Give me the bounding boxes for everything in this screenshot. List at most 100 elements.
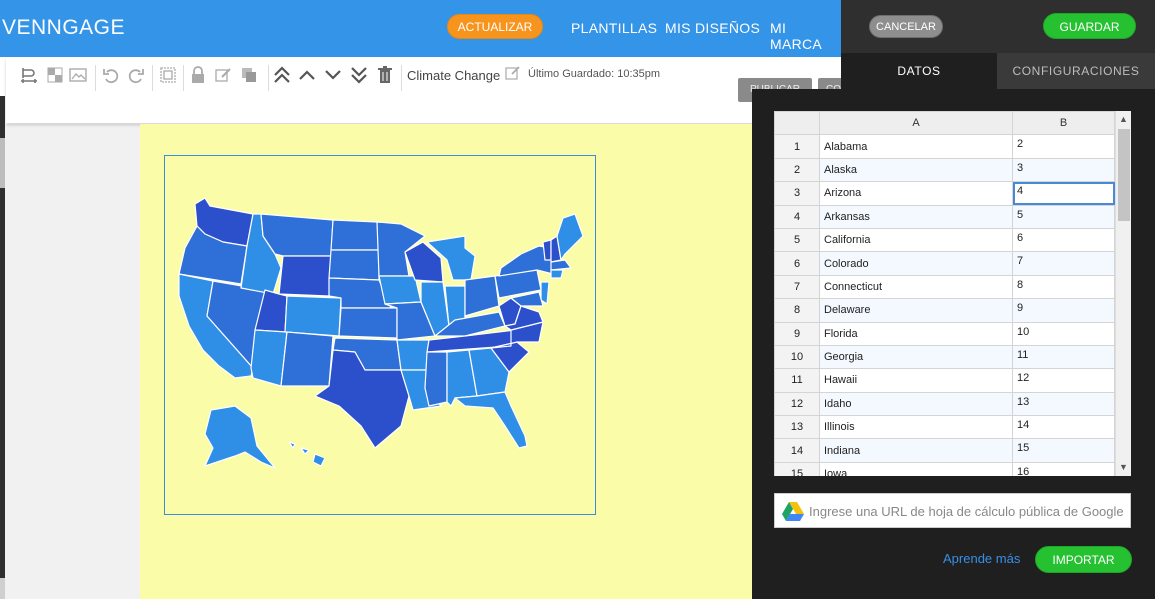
move-down-icon[interactable] (323, 65, 343, 85)
brand-logo[interactable]: VENNGAGE (2, 16, 125, 40)
row-number[interactable]: 4 (774, 204, 820, 229)
update-button[interactable]: ACTUALIZAR (447, 14, 543, 39)
trash-icon[interactable] (375, 65, 395, 85)
row-number[interactable]: 13 (774, 415, 820, 440)
map-state-north-dakota[interactable] (330, 219, 380, 251)
tab-data[interactable]: DATOS (841, 53, 997, 89)
map-state-new-mexico[interactable] (280, 331, 334, 387)
cell-b[interactable]: 8 (1012, 274, 1115, 300)
sheet-scrollbar[interactable]: ▲ ▼ (1115, 111, 1131, 476)
map-state-arkansas[interactable] (396, 339, 430, 371)
redo-icon[interactable] (126, 65, 146, 85)
move-up-icon[interactable] (297, 65, 317, 85)
cell-a[interactable]: Florida (819, 321, 1013, 346)
tab-settings[interactable]: CONFIGURACIONES (997, 53, 1155, 89)
data-spreadsheet[interactable]: A B 1 Alabama 2 2 Alaska 3 3 Arizona 4 4 Arkansas 5… (774, 111, 1131, 476)
undo-icon[interactable] (101, 65, 121, 85)
map-state-colorado[interactable] (284, 295, 342, 337)
document-title[interactable]: Climate Change (407, 68, 500, 83)
cell-a[interactable]: Arizona (819, 181, 1013, 206)
duplicate-icon[interactable] (239, 65, 259, 85)
send-back-icon[interactable] (349, 65, 369, 85)
map-state-mississippi[interactable] (424, 351, 448, 407)
cell-a[interactable]: Idaho (819, 391, 1013, 417)
cell-b[interactable]: 4 (1012, 181, 1115, 206)
map-state-connecticut[interactable] (550, 269, 564, 279)
cell-a[interactable]: Alabama (819, 134, 1013, 159)
row-number[interactable]: 6 (774, 251, 820, 276)
map-state-florida[interactable] (454, 391, 528, 449)
crop-icon[interactable] (158, 65, 178, 85)
row-number[interactable]: 9 (774, 321, 820, 346)
nav-templates[interactable]: PLANTILLAS (571, 20, 657, 36)
column-header-a[interactable]: A (819, 111, 1013, 136)
map-state-massachusetts[interactable] (550, 259, 572, 271)
bring-front-icon[interactable] (272, 65, 292, 85)
google-sheet-url-input[interactable] (809, 501, 1127, 521)
cell-a[interactable]: Connecticut (819, 274, 1013, 300)
cell-a[interactable]: Indiana (819, 438, 1013, 463)
scroll-down-icon[interactable]: ▼ (1119, 462, 1128, 472)
cell-a[interactable]: Alaska (819, 157, 1013, 183)
google-sheet-url-box[interactable] (774, 493, 1131, 528)
row-number[interactable]: 15 (774, 461, 820, 476)
cell-b[interactable]: 2 (1012, 134, 1115, 159)
row-number[interactable]: 7 (774, 274, 820, 300)
cell-b[interactable]: 16 (1012, 461, 1115, 476)
row-number[interactable]: 2 (774, 157, 820, 183)
cell-a[interactable]: Colorado (819, 251, 1013, 276)
cell-b[interactable]: 14 (1012, 415, 1115, 440)
map-state-hawaii[interactable] (288, 441, 326, 467)
map-state-ohio[interactable] (464, 275, 500, 317)
cell-b[interactable]: 7 (1012, 251, 1115, 276)
map-state-vermont[interactable] (542, 239, 552, 261)
scrollbar-thumb[interactable] (1118, 129, 1130, 221)
map-state-new-jersey[interactable] (540, 281, 550, 305)
row-number[interactable]: 12 (774, 391, 820, 417)
corner-header[interactable] (774, 111, 820, 136)
cell-b[interactable]: 13 (1012, 391, 1115, 417)
cell-b[interactable]: 5 (1012, 204, 1115, 229)
map-state-south-dakota[interactable] (328, 249, 380, 281)
map-chart-frame[interactable] (164, 155, 596, 515)
cell-a[interactable]: Hawaii (819, 368, 1013, 393)
row-number[interactable]: 5 (774, 227, 820, 253)
cell-a[interactable]: Iowa (819, 461, 1013, 476)
cell-a[interactable]: Illinois (819, 415, 1013, 440)
cell-b[interactable]: 12 (1012, 368, 1115, 393)
cell-a[interactable]: Arkansas (819, 204, 1013, 229)
cell-b[interactable]: 10 (1012, 321, 1115, 346)
scroll-up-icon[interactable]: ▲ (1119, 114, 1128, 124)
cell-b[interactable]: 9 (1012, 298, 1115, 323)
image-icon[interactable] (68, 65, 88, 85)
cell-a[interactable]: California (819, 227, 1013, 253)
cancel-button[interactable]: CANCELAR (869, 15, 943, 38)
lock-icon[interactable] (188, 65, 208, 85)
row-number[interactable]: 3 (774, 181, 820, 206)
cell-b[interactable]: 11 (1012, 344, 1115, 370)
nav-my-designs[interactable]: MIS DISEÑOS (665, 20, 760, 36)
row-number[interactable]: 8 (774, 298, 820, 323)
cell-a[interactable]: Delaware (819, 298, 1013, 323)
edit-icon[interactable] (213, 65, 233, 85)
rename-icon[interactable] (503, 63, 523, 83)
map-state-alaska[interactable] (204, 405, 276, 469)
learn-more-link[interactable]: Aprende más (943, 551, 1020, 566)
cell-a[interactable]: Georgia (819, 344, 1013, 370)
row-number[interactable]: 1 (774, 134, 820, 159)
cell-b[interactable]: 15 (1012, 438, 1115, 463)
cell-b[interactable]: 3 (1012, 157, 1115, 183)
checker-icon[interactable] (45, 65, 65, 85)
text-resize-icon[interactable] (19, 65, 39, 85)
cell-b[interactable]: 6 (1012, 227, 1115, 253)
row-number[interactable]: 10 (774, 344, 820, 370)
save-button[interactable]: GUARDAR (1043, 13, 1136, 39)
nav-my-brand[interactable]: MI MARCA (770, 20, 841, 52)
row-number[interactable]: 14 (774, 438, 820, 463)
map-state-wyoming[interactable] (278, 255, 332, 297)
import-button[interactable]: IMPORTAR (1035, 546, 1132, 573)
design-canvas[interactable] (140, 124, 752, 599)
column-header-b[interactable]: B (1012, 111, 1115, 136)
map-state-maine[interactable] (556, 213, 584, 261)
map-state-kansas[interactable] (338, 307, 398, 339)
